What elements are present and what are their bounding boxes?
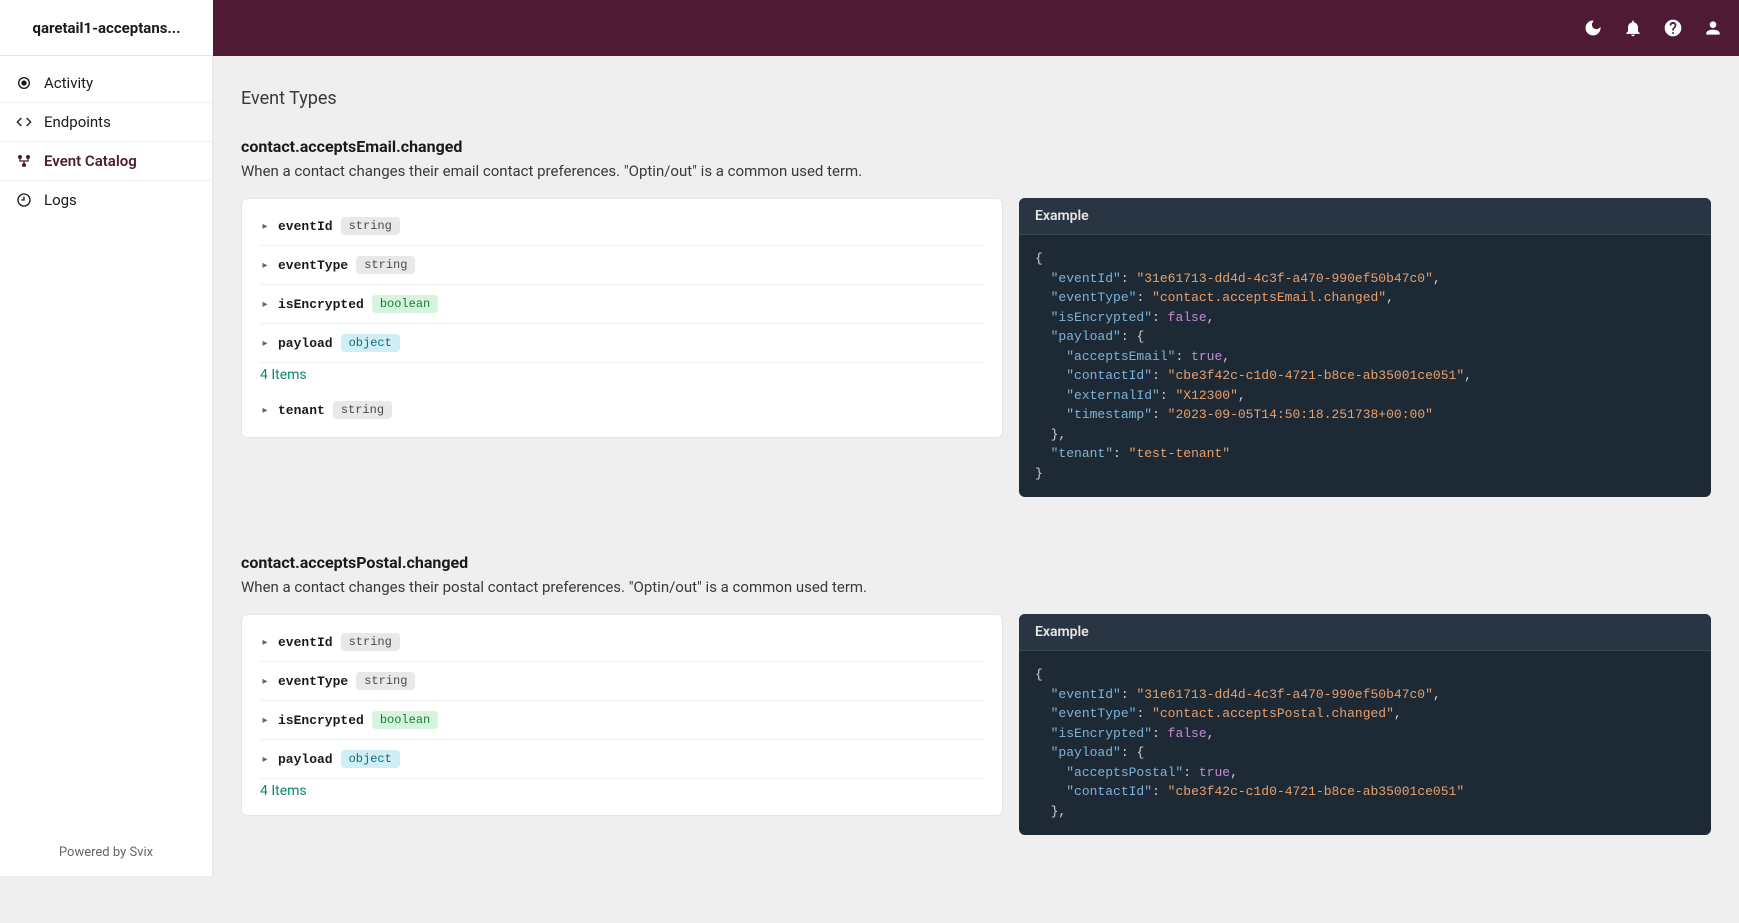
theme-toggle-icon[interactable] xyxy=(1583,18,1603,38)
type-badge: object xyxy=(341,334,400,352)
sidebar-footer: Powered by Svix xyxy=(0,829,212,876)
user-menu-icon[interactable] xyxy=(1703,18,1723,38)
example-header: Example xyxy=(1019,614,1711,651)
sidebar-item-label: Event Catalog xyxy=(44,152,137,170)
app-title: qaretail1-acceptans... xyxy=(33,19,181,37)
sidebar-item-label: Logs xyxy=(44,191,77,209)
notifications-icon[interactable] xyxy=(1623,18,1643,38)
main-content: Event Types contact.acceptsEmail.changed… xyxy=(213,56,1739,923)
sidebar: Activity Endpoints Event Catalog Logs Power… xyxy=(0,56,213,876)
example-header: Example xyxy=(1019,198,1711,235)
schema-field-name: payload xyxy=(278,336,333,351)
schema-row: ▸ isEncrypted boolean xyxy=(260,285,984,324)
type-badge: string xyxy=(356,256,415,274)
event-name: contact.acceptsEmail.changed xyxy=(241,137,1711,156)
schema-field-name: payload xyxy=(278,752,333,767)
schema-card: ▸ eventId string ▸ eventType string ▸ isEncrypt… xyxy=(241,614,1003,816)
type-badge: string xyxy=(333,401,392,419)
event-description: When a contact changes their postal cont… xyxy=(241,578,1711,596)
event-section: contact.acceptsEmail.changed When a conta… xyxy=(241,137,1711,497)
sidebar-item-label: Activity xyxy=(44,74,93,92)
expand-arrow-icon[interactable]: ▸ xyxy=(260,715,270,725)
expand-arrow-icon[interactable]: ▸ xyxy=(260,221,270,231)
sidebar-item-label: Endpoints xyxy=(44,113,111,131)
schema-row: ▸ eventType string xyxy=(260,662,984,701)
page-title: Event Types xyxy=(241,88,1711,109)
schema-field-name: eventType xyxy=(278,258,348,273)
example-body: { "eventId": "31e61713-dd4d-4c3f-a470-99… xyxy=(1019,235,1711,497)
brand-area: qaretail1-acceptans... xyxy=(0,0,213,56)
schema-row: ▸ eventId string xyxy=(260,207,984,246)
expand-arrow-icon[interactable]: ▸ xyxy=(260,405,270,415)
expand-arrow-icon[interactable]: ▸ xyxy=(260,338,270,348)
app-header: qaretail1-acceptans... xyxy=(0,0,1739,56)
schema-field-name: tenant xyxy=(278,403,325,418)
event-section: contact.acceptsPostal.changed When a cont… xyxy=(241,553,1711,835)
type-badge: boolean xyxy=(372,711,438,729)
schema-row: ▸ payload object xyxy=(260,324,984,363)
help-icon[interactable] xyxy=(1663,18,1683,38)
expand-arrow-icon[interactable]: ▸ xyxy=(260,754,270,764)
type-badge: string xyxy=(341,633,400,651)
schema-card: ▸ eventId string ▸ eventType string ▸ isEncrypt… xyxy=(241,198,1003,438)
expand-arrow-icon[interactable]: ▸ xyxy=(260,676,270,686)
example-card: Example{ "eventId": "31e61713-dd4d-4c3f-… xyxy=(1019,198,1711,497)
expand-arrow-icon[interactable]: ▸ xyxy=(260,260,270,270)
schema-field-name: eventType xyxy=(278,674,348,689)
expand-arrow-icon[interactable]: ▸ xyxy=(260,637,270,647)
event-description: When a contact changes their email conta… xyxy=(241,162,1711,180)
schema-row: ▸ eventId string xyxy=(260,623,984,662)
schema-row: ▸ isEncrypted boolean xyxy=(260,701,984,740)
schema-row: ▸ payload object xyxy=(260,740,984,779)
type-badge: string xyxy=(341,217,400,235)
activity-icon xyxy=(16,75,32,91)
items-count: 4 Items xyxy=(260,779,984,807)
catalog-icon xyxy=(16,153,32,169)
sidebar-item-activity[interactable]: Activity xyxy=(0,64,212,103)
schema-field-name: isEncrypted xyxy=(278,713,364,728)
example-card: Example{ "eventId": "31e61713-dd4d-4c3f-… xyxy=(1019,614,1711,835)
type-badge: object xyxy=(341,750,400,768)
example-body: { "eventId": "31e61713-dd4d-4c3f-a470-99… xyxy=(1019,651,1711,835)
type-badge: boolean xyxy=(372,295,438,313)
header-actions xyxy=(1583,18,1723,38)
schema-field-name: isEncrypted xyxy=(278,297,364,312)
event-name: contact.acceptsPostal.changed xyxy=(241,553,1711,572)
items-count: 4 Items xyxy=(260,363,984,391)
schema-row: ▸ tenant string xyxy=(260,391,984,429)
sidebar-item-event-catalog[interactable]: Event Catalog xyxy=(0,142,212,181)
endpoints-icon xyxy=(16,114,32,130)
schema-row: ▸ eventType string xyxy=(260,246,984,285)
logs-icon xyxy=(16,192,32,208)
schema-field-name: eventId xyxy=(278,219,333,234)
sidebar-item-endpoints[interactable]: Endpoints xyxy=(0,103,212,142)
expand-arrow-icon[interactable]: ▸ xyxy=(260,299,270,309)
sidebar-item-logs[interactable]: Logs xyxy=(0,181,212,219)
schema-field-name: eventId xyxy=(278,635,333,650)
type-badge: string xyxy=(356,672,415,690)
